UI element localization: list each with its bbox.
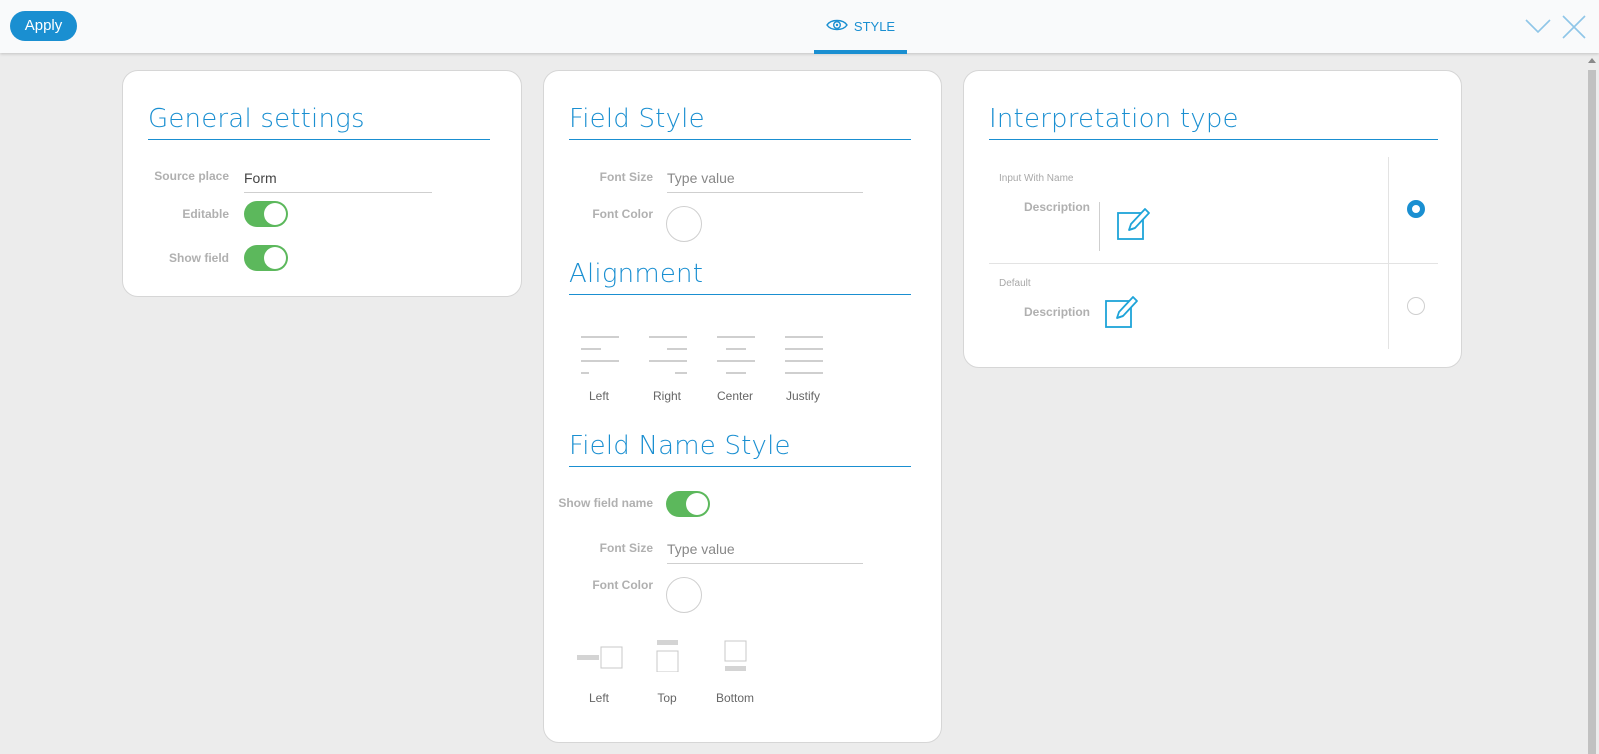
interpretation-type-title: Interpretation type <box>989 104 1239 134</box>
scroll-up-arrow-icon[interactable] <box>1588 58 1596 63</box>
option-radio[interactable] <box>1407 200 1425 218</box>
label-bottom-option[interactable]: Bottom <box>705 640 765 705</box>
font-color-picker[interactable] <box>666 206 702 242</box>
label-left-option[interactable]: Left <box>569 640 629 705</box>
top-bar: Apply STYLE <box>0 0 1599 54</box>
align-center-icon <box>717 336 755 374</box>
show-field-label: Show field <box>169 251 229 265</box>
close-icon[interactable] <box>1561 14 1587 40</box>
show-field-toggle[interactable] <box>244 245 288 271</box>
align-left-option[interactable]: Left <box>569 336 629 403</box>
title-divider <box>148 139 490 140</box>
chevron-down-icon[interactable] <box>1525 14 1551 40</box>
show-field-name-toggle[interactable] <box>666 491 710 517</box>
align-left-icon <box>581 336 619 374</box>
tab-active-indicator <box>814 50 907 54</box>
font-size-label: Font Size <box>599 170 653 184</box>
source-place-input[interactable]: Form <box>244 167 432 193</box>
font-color-label: Font Color <box>592 578 653 592</box>
align-justify-option[interactable]: Justify <box>773 336 833 403</box>
general-settings-title: General settings <box>148 104 365 134</box>
title-divider <box>569 466 911 467</box>
show-field-name-label: Show field name <box>558 496 653 510</box>
interpretation-type-card: Interpretation type Input With Name Desc… <box>963 70 1462 368</box>
field-name-font-size-input[interactable]: Type value <box>667 538 863 564</box>
align-justify-icon <box>785 336 823 374</box>
field-style-card: Field Style Font Size Type value Font Co… <box>543 70 942 743</box>
font-color-label: Font Color <box>592 207 653 221</box>
editable-label: Editable <box>182 207 229 221</box>
option-name: Default <box>999 278 1031 289</box>
label-left-icon <box>577 646 623 669</box>
alignment-title: Alignment <box>569 259 704 289</box>
tab-style-label: STYLE <box>853 19 896 34</box>
field-name-font-color-picker[interactable] <box>666 577 702 613</box>
field-name-style-title: Field Name Style <box>569 431 791 461</box>
option-description: Description <box>1024 200 1091 214</box>
scrollbar[interactable] <box>1585 53 1599 754</box>
eye-icon <box>826 18 848 35</box>
title-divider <box>569 294 911 295</box>
label-top-option[interactable]: Top <box>637 640 697 705</box>
scroll-thumb[interactable] <box>1588 70 1596 754</box>
edit-icon <box>1104 293 1140 329</box>
editable-toggle[interactable] <box>244 201 288 227</box>
label-bottom-icon <box>724 640 747 671</box>
font-size-label: Font Size <box>599 541 653 555</box>
field-style-title: Field Style <box>569 104 705 134</box>
apply-button[interactable]: Apply <box>10 11 77 41</box>
option-radio[interactable] <box>1407 297 1425 315</box>
column-divider <box>1388 157 1389 349</box>
title-divider <box>569 139 911 140</box>
edit-icon <box>1116 205 1152 241</box>
label-top-icon <box>656 640 679 672</box>
option-name: Input With Name <box>999 173 1074 184</box>
input-separator <box>1099 202 1100 251</box>
general-settings-card: General settings Source place Form Edita… <box>122 70 522 297</box>
align-right-icon <box>649 336 687 374</box>
align-center-option[interactable]: Center <box>705 336 765 403</box>
row-divider <box>989 263 1438 264</box>
source-place-label: Source place <box>154 169 229 183</box>
option-description: Description <box>1024 305 1091 319</box>
font-size-input[interactable]: Type value <box>667 167 863 193</box>
tab-style[interactable]: STYLE <box>814 0 907 53</box>
title-divider <box>989 139 1438 140</box>
align-right-option[interactable]: Right <box>637 336 697 403</box>
